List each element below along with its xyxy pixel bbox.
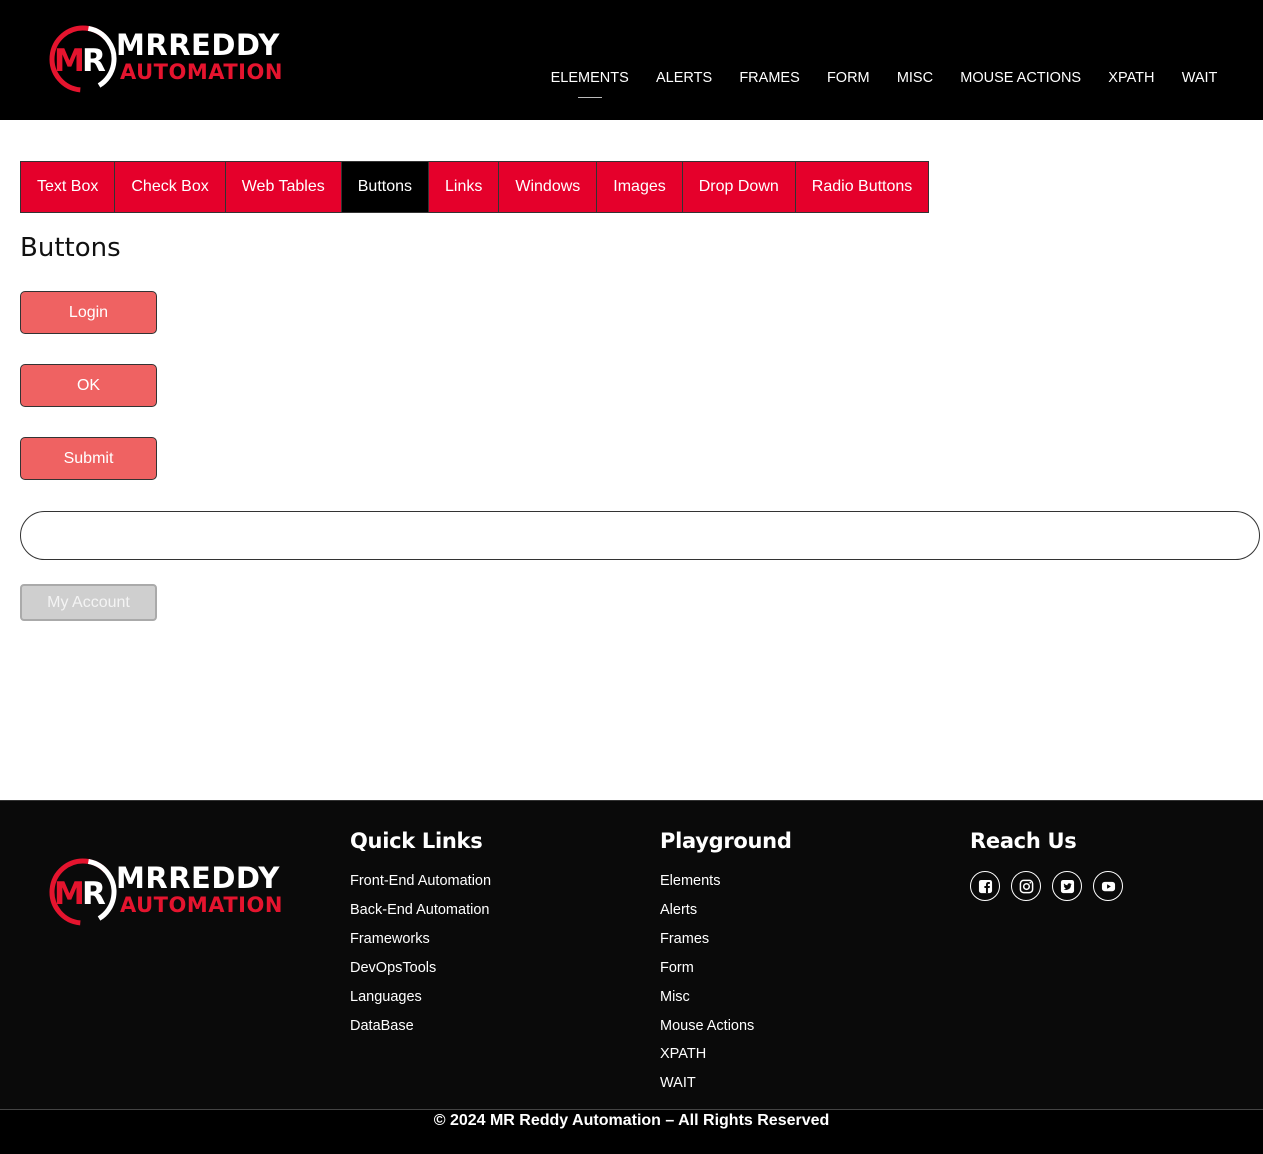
link-misc[interactable]: Misc bbox=[660, 983, 792, 1012]
link-form[interactable]: Form bbox=[660, 954, 792, 983]
tab-buttons[interactable]: Buttons bbox=[341, 162, 430, 212]
page-title: Buttons bbox=[20, 233, 121, 263]
tab-text-box[interactable]: Text Box bbox=[21, 162, 116, 212]
link-frameworks[interactable]: Frameworks bbox=[350, 925, 491, 954]
twitter-icon[interactable] bbox=[1052, 871, 1082, 901]
ok-button[interactable]: OK bbox=[20, 364, 157, 407]
site-footer: M R MRREDDY AUTOMATION Quick Links Front… bbox=[0, 800, 1263, 1110]
facebook-icon[interactable] bbox=[970, 871, 1000, 901]
link-languages[interactable]: Languages bbox=[350, 983, 491, 1012]
reach-us-column: Reach Us bbox=[970, 829, 1123, 901]
nav-alerts[interactable]: ALERTS bbox=[642, 66, 725, 90]
link-devopstools[interactable]: DevOpsTools bbox=[350, 954, 491, 983]
site-header: M R MRREDDY AUTOMATION ELEMENTS ALERTS F… bbox=[0, 0, 1263, 120]
link-back-end-automation[interactable]: Back-End Automation bbox=[350, 896, 491, 925]
nav-elements[interactable]: ELEMENTS bbox=[537, 66, 642, 90]
mr-logo-icon: M R bbox=[49, 858, 117, 926]
svg-text:R: R bbox=[82, 876, 106, 912]
submit-button[interactable]: Submit bbox=[20, 437, 157, 480]
nav-mouse-actions[interactable]: MOUSE ACTIONS bbox=[947, 66, 1095, 90]
main-nav: ELEMENTS ALERTS FRAMES FORM MISC MOUSE A… bbox=[537, 66, 1231, 90]
tab-links[interactable]: Links bbox=[429, 162, 500, 212]
mr-logo-icon: M R bbox=[49, 25, 117, 93]
link-xpath[interactable]: XPATH bbox=[660, 1040, 792, 1069]
brand-name: MRREDDY bbox=[116, 861, 280, 895]
nav-xpath[interactable]: XPATH bbox=[1095, 66, 1168, 90]
login-button[interactable]: Login bbox=[20, 291, 157, 334]
nav-frames[interactable]: FRAMES bbox=[726, 66, 814, 90]
copyright-text: © 2024 MR Reddy Automation – All Rights … bbox=[433, 1112, 830, 1129]
link-alerts[interactable]: Alerts bbox=[660, 896, 792, 925]
tab-web-tables[interactable]: Web Tables bbox=[226, 162, 342, 212]
youtube-icon[interactable] bbox=[1093, 871, 1123, 901]
playground-column: Playground Elements Alerts Frames Form M… bbox=[660, 829, 792, 1098]
social-links bbox=[970, 871, 1123, 901]
tab-images[interactable]: Images bbox=[597, 162, 683, 212]
brand-subtitle: AUTOMATION bbox=[120, 893, 283, 917]
quick-links-column: Quick Links Front-End Automation Back-En… bbox=[350, 829, 491, 1040]
link-mouse-actions[interactable]: Mouse Actions bbox=[660, 1012, 792, 1041]
tab-windows[interactable]: Windows bbox=[499, 162, 598, 212]
link-database[interactable]: DataBase bbox=[350, 1012, 491, 1041]
tab-drop-down[interactable]: Drop Down bbox=[683, 162, 796, 212]
brand-subtitle: AUTOMATION bbox=[120, 60, 283, 84]
elements-tab-bar: Text Box Check Box Web Tables Buttons Li… bbox=[20, 161, 930, 213]
link-elements[interactable]: Elements bbox=[660, 867, 792, 896]
site-logo[interactable]: M R MRREDDY AUTOMATION bbox=[48, 24, 288, 96]
instagram-icon[interactable] bbox=[1011, 871, 1041, 901]
svg-text:R: R bbox=[82, 43, 106, 79]
footer-logo[interactable]: M R MRREDDY AUTOMATION bbox=[48, 857, 288, 929]
tab-radio-buttons[interactable]: Radio Buttons bbox=[796, 162, 929, 212]
nav-misc[interactable]: MISC bbox=[883, 66, 946, 90]
link-wait[interactable]: WAIT bbox=[660, 1069, 792, 1098]
rounded-text-field[interactable] bbox=[20, 511, 1260, 560]
tab-check-box[interactable]: Check Box bbox=[115, 162, 226, 212]
nav-form[interactable]: FORM bbox=[813, 66, 883, 90]
brand-name: MRREDDY bbox=[116, 28, 280, 62]
nav-wait[interactable]: WAIT bbox=[1168, 66, 1231, 90]
svg-text:M: M bbox=[54, 43, 85, 79]
link-frames[interactable]: Frames bbox=[660, 925, 792, 954]
link-front-end-automation[interactable]: Front-End Automation bbox=[350, 867, 491, 896]
my-account-button[interactable]: My Account bbox=[20, 584, 157, 621]
quick-links-heading: Quick Links bbox=[350, 829, 483, 853]
reach-us-heading: Reach Us bbox=[970, 829, 1077, 853]
svg-text:M: M bbox=[54, 876, 85, 912]
copyright-bar: © 2024 MR Reddy Automation – All Rights … bbox=[0, 1109, 1263, 1154]
playground-heading: Playground bbox=[660, 829, 792, 853]
